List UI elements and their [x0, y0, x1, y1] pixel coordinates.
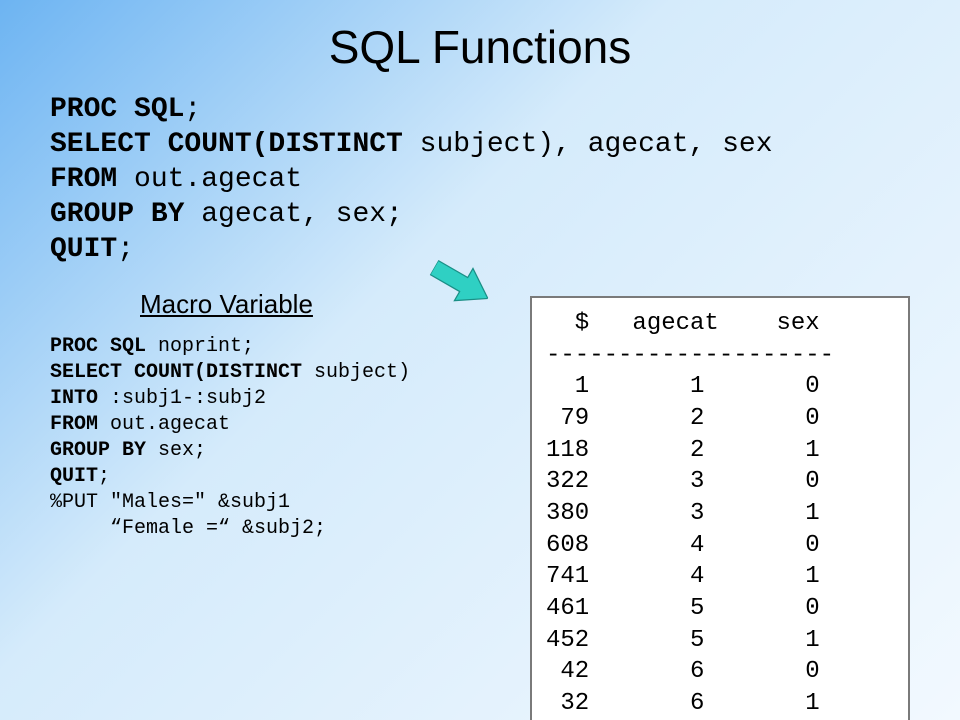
kw2-quit: QUIT	[50, 465, 98, 488]
output-row: 79 2 0	[546, 405, 820, 432]
kw2-select: SELECT COUNT(DISTINCT	[50, 361, 302, 384]
page-title: SQL Functions	[50, 20, 910, 74]
txt2-group-col: sex;	[146, 439, 206, 462]
kw2-proc-sql: PROC SQL	[50, 335, 146, 358]
output-row: 380 3 1	[546, 500, 820, 527]
kw2-from: FROM	[50, 413, 98, 436]
output-divider: --------------------	[546, 342, 834, 369]
kw2-group-by: GROUP BY	[50, 439, 146, 462]
txt-group-cols: agecat, sex;	[184, 199, 402, 230]
txt2-from-table: out.agecat	[98, 413, 230, 436]
output-row: 741 4 1	[546, 563, 820, 590]
txt2-put-line2: “Female =“ &subj2;	[50, 517, 326, 540]
output-row: 608 4 0	[546, 532, 820, 559]
main-code-block: PROC SQL; SELECT COUNT(DISTINCT subject)…	[50, 92, 910, 267]
txt-from-table: out.agecat	[117, 164, 302, 195]
output-header: $ agecat sex	[546, 310, 820, 337]
output-row: 452 5 1	[546, 627, 820, 654]
kw-from: FROM	[50, 164, 117, 195]
output-table: $ agecat sex -------------------- 1 1 0 …	[530, 296, 910, 720]
output-row: 322 3 0	[546, 468, 820, 495]
txt2-select-col: subject)	[302, 361, 410, 384]
txt2-quit-semi: ;	[98, 465, 110, 488]
txt-select-cols: subject), agecat, sex	[403, 129, 773, 160]
txt-semicolon: ;	[184, 94, 201, 125]
kw-quit: QUIT	[50, 234, 117, 265]
output-row: 32 6 1	[546, 690, 820, 717]
output-row: 118 2 1	[546, 437, 820, 464]
kw-proc-sql: PROC SQL	[50, 94, 184, 125]
output-row: 1 1 0	[546, 373, 820, 400]
kw2-into: INTO	[50, 387, 98, 410]
txt2-put-line1: %PUT "Males=" &subj1	[50, 491, 290, 514]
output-row: 42 6 0	[546, 658, 820, 685]
kw-select: SELECT COUNT(DISTINCT	[50, 129, 403, 160]
kw-group-by: GROUP BY	[50, 199, 184, 230]
output-row: 461 5 0	[546, 595, 820, 622]
txt2-into-vars: :subj1-:subj2	[98, 387, 266, 410]
slide: SQL Functions PROC SQL; SELECT COUNT(DIS…	[0, 0, 960, 720]
txt2-noprint: noprint;	[146, 335, 254, 358]
txt-quit-semi: ;	[117, 234, 134, 265]
